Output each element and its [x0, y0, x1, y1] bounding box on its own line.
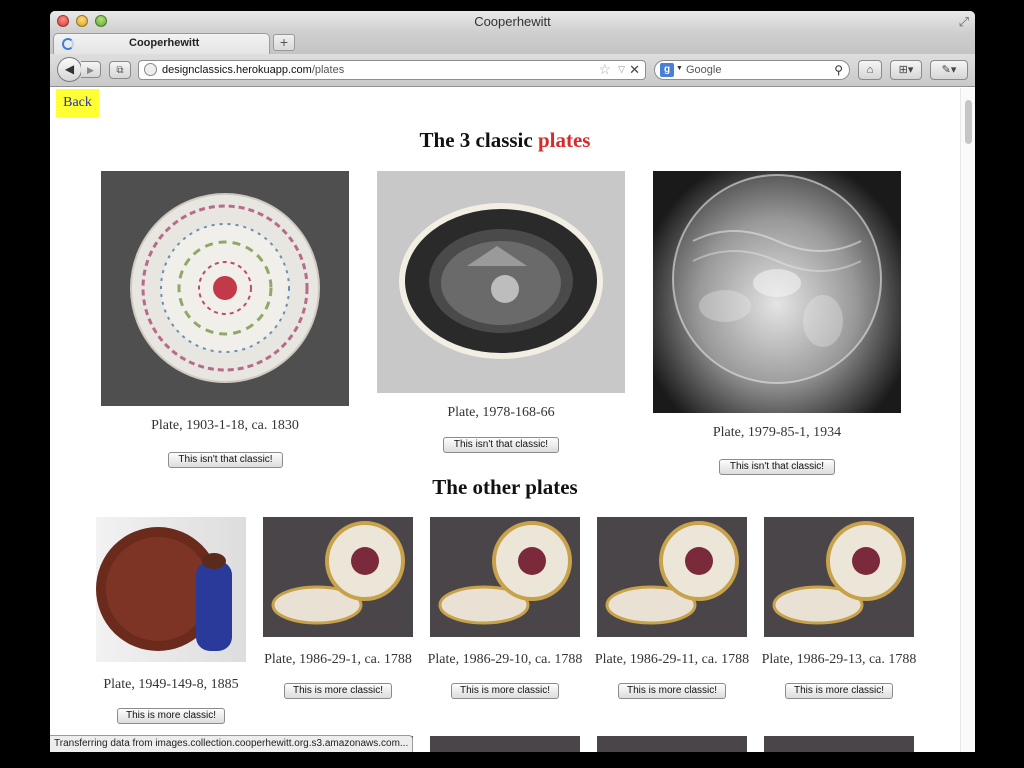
loading-throbber-icon: [62, 38, 74, 50]
search-placeholder: Google: [686, 64, 722, 76]
scrollbar-thumb[interactable]: [965, 100, 972, 144]
plate-illustration-other-1: [96, 527, 232, 651]
window-title: Cooperhewitt: [474, 14, 551, 29]
history-dropdown-icon[interactable]: ▽: [618, 64, 625, 75]
more-classic-button-5[interactable]: This is more classic!: [785, 683, 893, 699]
title-bar: Cooperhewitt ⤢: [50, 11, 975, 32]
url-text[interactable]: designclassics.herokuapp.com/plates: [162, 64, 344, 76]
tab-cooperhewitt[interactable]: Cooperhewitt: [53, 33, 270, 54]
star-icon[interactable]: ☆: [598, 61, 611, 78]
addons-icon: ⊞▾: [898, 64, 914, 76]
navigation-bar: ◀ ▶ ⧉ designclassics.herokuapp.com/plate…: [50, 54, 975, 87]
classic-plate-image-2: [377, 171, 625, 393]
new-tab-button[interactable]: +: [273, 34, 295, 51]
plate-illustration-3: [672, 174, 882, 384]
classic-caption-3: Plate, 1979-85-1, 1934: [712, 425, 842, 440]
google-icon[interactable]: g: [660, 63, 674, 77]
back-link[interactable]: Back: [56, 89, 99, 117]
back-button[interactable]: ◀: [57, 57, 82, 82]
plate-illustration-other-2: [271, 521, 405, 625]
other-caption-3: Plate, 1986-29-10, ca. 1788: [427, 652, 583, 667]
classic-heading-accent: plates: [537, 128, 591, 152]
browser-window: Cooperhewitt ⤢ Cooperhewitt + ◀ ▶ ⧉ desi…: [50, 11, 975, 752]
page-content: Back The 3 classic plates Plate, 1903-1-…: [50, 88, 960, 752]
other-caption-1: Plate, 1949-149-8, 1885: [103, 677, 239, 692]
more-classic-button-1[interactable]: This is more classic!: [117, 708, 225, 724]
plate-illustration-2: [399, 203, 603, 359]
forward-button[interactable]: ▶: [81, 61, 101, 78]
other-plate-image-4: [597, 517, 747, 637]
plate-illustration-1: [130, 193, 320, 383]
classic-caption-1: Plate, 1903-1-18, ca. 1830: [151, 418, 299, 433]
status-bar: Transferring data from images.collection…: [50, 735, 414, 752]
plate-illustration-other-3: [438, 521, 572, 625]
fullscreen-icon[interactable]: ⤢: [959, 14, 969, 30]
classic-plate-image-3: [653, 171, 901, 413]
other-plate-image-5: [764, 517, 914, 637]
tab-label: Cooperhewitt: [129, 37, 200, 49]
more-classic-button-4[interactable]: This is more classic!: [618, 683, 726, 699]
addons-button[interactable]: ⊞▾: [890, 60, 922, 80]
plate-illustration-other-4: [605, 521, 739, 625]
sync-button[interactable]: ⧉: [109, 61, 131, 79]
url-bar[interactable]: designclassics.herokuapp.com/plates ☆ ▽ …: [138, 60, 646, 80]
sync-icon: ⧉: [116, 65, 124, 76]
tools-icon: ✎▾: [941, 64, 957, 76]
other-heading: The other plates: [432, 475, 578, 499]
vertical-scrollbar[interactable]: [960, 88, 975, 752]
not-classic-button-3[interactable]: This isn't that classic!: [719, 459, 835, 475]
other-plate-image-2: [263, 517, 413, 637]
search-engine-dropdown-icon[interactable]: ▼: [676, 65, 683, 72]
home-icon: ⌂: [866, 64, 874, 76]
plate-illustration-other-5: [772, 521, 906, 625]
tab-bar: Cooperhewitt +: [50, 32, 975, 54]
other-plate-image-1: [96, 517, 246, 662]
magnifier-icon[interactable]: ⚲: [834, 63, 843, 77]
url-path: /plates: [311, 64, 345, 76]
other-caption-2: Plate, 1986-29-1, ca. 1788: [264, 652, 412, 667]
close-window-button[interactable]: [57, 15, 69, 27]
classic-heading: The 3 classic plates: [50, 128, 960, 153]
not-classic-button-2[interactable]: This isn't that classic!: [443, 437, 559, 453]
tools-button[interactable]: ✎▾: [930, 60, 968, 80]
classic-heading-prefix: The 3 classic: [419, 128, 538, 152]
other-plate-image-9: [597, 736, 747, 752]
more-classic-button-2[interactable]: This is more classic!: [284, 683, 392, 699]
other-plate-image-10: [764, 736, 914, 752]
other-caption-5: Plate, 1986-29-13, ca. 1788: [761, 652, 917, 667]
classic-plate-image-1: [101, 171, 349, 406]
forward-arrow-icon: ▶: [87, 65, 94, 75]
minimize-window-button[interactable]: [76, 15, 88, 27]
not-classic-button-1[interactable]: This isn't that classic!: [168, 452, 283, 468]
other-caption-4: Plate, 1986-29-11, ca. 1788: [594, 652, 750, 667]
back-arrow-icon: ◀: [64, 62, 75, 76]
url-host: designclassics.herokuapp.com: [162, 64, 312, 76]
site-identity-icon[interactable]: [144, 63, 157, 76]
classic-caption-2: Plate, 1978-168-66: [447, 405, 555, 420]
search-bar[interactable]: g ▼ Google ⚲: [654, 60, 850, 80]
other-plate-image-8: [430, 736, 580, 752]
home-button[interactable]: ⌂: [858, 60, 882, 80]
zoom-window-button[interactable]: [95, 15, 107, 27]
stop-icon[interactable]: ✕: [629, 62, 640, 78]
other-plate-image-3: [430, 517, 580, 637]
more-classic-button-3[interactable]: This is more classic!: [451, 683, 559, 699]
plus-icon: +: [279, 34, 289, 50]
